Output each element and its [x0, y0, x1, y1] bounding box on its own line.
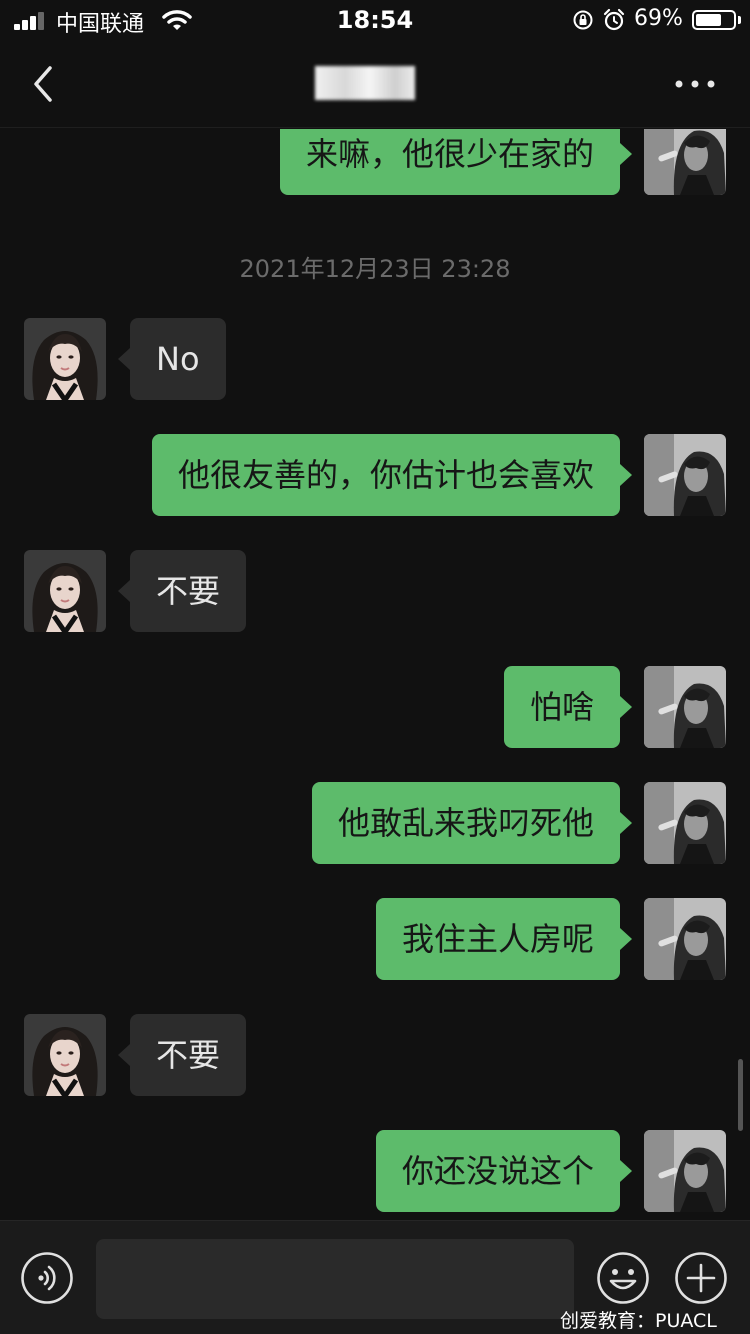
status-bar: 中国联通 18:54 69% — [0, 0, 750, 40]
my-avatar[interactable] — [644, 1130, 726, 1212]
contact-avatar[interactable] — [24, 1014, 106, 1096]
chat-timestamp: 2021年12月23日 23:28 — [239, 255, 511, 283]
battery-percent: 69% — [634, 6, 683, 31]
message-input[interactable] — [96, 1239, 574, 1319]
my-message-bubble[interactable]: 你还没说这个 — [375, 1130, 633, 1212]
my-message-bubble[interactable]: 他敢乱来我叼死他 — [311, 782, 633, 864]
contact-message-bubble[interactable]: 不要 — [117, 550, 247, 632]
chevron-left-icon[interactable] — [24, 62, 64, 106]
my-message-bubble[interactable]: 怕啥 — [503, 666, 633, 748]
watermark: 创爱教育：PUACL — [560, 1310, 717, 1332]
my-message-bubble[interactable]: 来嘛，他很少在家的 — [279, 129, 633, 195]
contact-message-bubble[interactable]: 不要 — [117, 1014, 247, 1096]
more-dots-icon[interactable] — [672, 72, 718, 96]
my-avatar[interactable] — [644, 666, 726, 748]
contact-name-redacted — [315, 66, 415, 100]
my-avatar[interactable] — [644, 782, 726, 864]
contact-avatar[interactable] — [24, 318, 106, 400]
my-avatar[interactable] — [644, 898, 726, 980]
contact-message-bubble[interactable]: No — [118, 318, 226, 400]
message-list[interactable]: 来嘛，他很少在家的 2021年12月23日 23:28 No 他很友善的，你估计… — [0, 129, 750, 1220]
my-message-bubble[interactable]: 他很友善的，你估计也会喜欢 — [151, 434, 633, 516]
chat-header — [0, 40, 750, 128]
voice-icon[interactable] — [20, 1251, 74, 1305]
scrollbar[interactable] — [738, 1059, 743, 1131]
emoji-icon[interactable] — [596, 1251, 650, 1305]
my-avatar[interactable] — [644, 434, 726, 516]
plus-icon[interactable] — [674, 1251, 728, 1305]
my-avatar[interactable] — [644, 129, 726, 195]
battery-icon — [692, 10, 736, 30]
my-message-bubble[interactable]: 我住主人房呢 — [375, 898, 633, 980]
orientation-lock-icon — [573, 10, 593, 30]
contact-avatar[interactable] — [24, 550, 106, 632]
alarm-icon — [603, 8, 625, 31]
